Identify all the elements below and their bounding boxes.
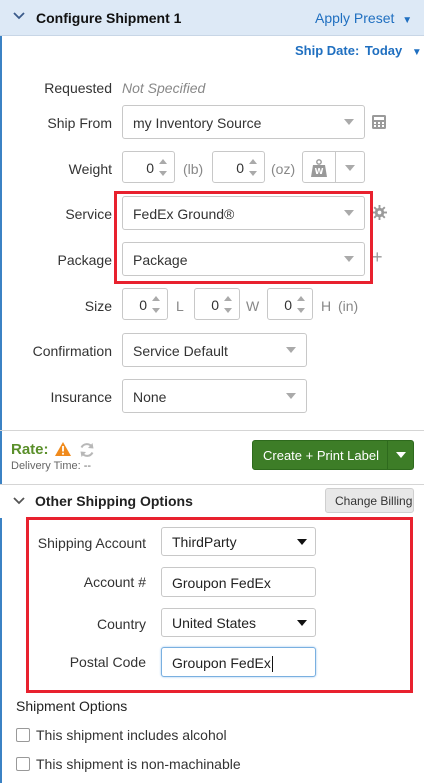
dropdown-arrow-icon bbox=[286, 393, 296, 399]
non-machinable-checkbox[interactable] bbox=[16, 757, 30, 771]
service-label: Service bbox=[65, 206, 112, 222]
shipment-options-title: Shipment Options bbox=[16, 698, 128, 714]
stepper-arrows-icon[interactable] bbox=[249, 157, 259, 179]
ship-date-value: Today bbox=[364, 43, 403, 58]
svg-text:W: W bbox=[315, 167, 324, 176]
collapse-chevron-icon[interactable] bbox=[12, 9, 26, 28]
other-shipping-title: Other Shipping Options bbox=[35, 493, 193, 509]
create-print-label-text: Create + Print Label bbox=[263, 448, 379, 463]
insurance-select[interactable]: None bbox=[122, 379, 307, 413]
confirmation-value: Service Default bbox=[133, 343, 228, 359]
change-billing-label: Change Billing bbox=[335, 494, 413, 508]
collapse-chevron-icon[interactable] bbox=[12, 494, 26, 513]
size-unit: (in) bbox=[338, 298, 359, 314]
chevron-down-icon: ▼ bbox=[411, 47, 422, 58]
size-width-stepper[interactable]: 0 bbox=[194, 288, 240, 320]
size-height-stepper[interactable]: 0 bbox=[267, 288, 313, 320]
ship-from-value: my Inventory Source bbox=[133, 115, 262, 131]
size-height-unit: H bbox=[321, 298, 332, 314]
weight-label: Weight bbox=[68, 161, 112, 177]
calculator-icon[interactable] bbox=[371, 114, 387, 135]
scale-select[interactable]: W bbox=[302, 151, 365, 183]
dropdown-arrow-icon bbox=[345, 165, 355, 171]
size-length-unit: L bbox=[176, 298, 184, 314]
requested-label: Requested bbox=[44, 80, 112, 96]
weight-lb-unit: (lb) bbox=[183, 161, 204, 177]
ship-date-selector[interactable]: Ship Date: Today ▼ bbox=[295, 43, 422, 58]
weight-oz-value: 0 bbox=[236, 160, 244, 176]
delivery-time: Delivery Time: -- bbox=[11, 460, 92, 472]
package-label: Package bbox=[57, 252, 112, 268]
rate-label: Rate: bbox=[11, 441, 49, 458]
size-width-unit: W bbox=[246, 298, 260, 314]
stepper-arrows-icon[interactable] bbox=[224, 294, 234, 316]
create-print-label-button[interactable]: Create + Print Label bbox=[252, 440, 414, 470]
weight-lb-value: 0 bbox=[146, 160, 154, 176]
ship-from-label: Ship From bbox=[47, 115, 112, 131]
size-length-stepper[interactable]: 0 bbox=[122, 288, 168, 320]
weight-lb-stepper[interactable]: 0 bbox=[122, 151, 175, 183]
ship-date-label: Ship Date: bbox=[295, 43, 360, 58]
service-package-highlight bbox=[114, 191, 373, 284]
non-machinable-checkbox-label[interactable]: This shipment is non-machinable bbox=[36, 756, 241, 772]
confirmation-label: Confirmation bbox=[32, 343, 112, 359]
add-package-icon[interactable]: + bbox=[372, 248, 383, 266]
chevron-down-icon: ▼ bbox=[402, 15, 413, 26]
alcohol-checkbox-label[interactable]: This shipment includes alcohol bbox=[36, 727, 227, 743]
stepper-arrows-icon[interactable] bbox=[297, 294, 307, 316]
size-width-value: 0 bbox=[211, 297, 219, 313]
size-label: Size bbox=[84, 298, 112, 314]
confirmation-select[interactable]: Service Default bbox=[122, 333, 307, 367]
alcohol-checkbox[interactable] bbox=[16, 728, 30, 742]
warning-icon bbox=[54, 441, 72, 462]
scale-weight-icon: W bbox=[309, 158, 329, 183]
stepper-arrows-icon[interactable] bbox=[152, 294, 162, 316]
insurance-value: None bbox=[133, 389, 167, 405]
dropdown-arrow-icon bbox=[286, 347, 296, 353]
change-billing-button[interactable]: Change Billing bbox=[325, 488, 414, 513]
apply-preset-label: Apply Preset bbox=[315, 10, 395, 26]
section-divider bbox=[0, 430, 424, 431]
dropdown-arrow-icon bbox=[344, 119, 354, 125]
page-title: Configure Shipment 1 bbox=[36, 10, 182, 26]
ship-from-select[interactable]: my Inventory Source bbox=[122, 105, 365, 139]
apply-preset-button[interactable]: Apply Preset ▼ bbox=[315, 10, 412, 26]
dropdown-arrow-icon[interactable] bbox=[396, 452, 406, 458]
weight-oz-unit: (oz) bbox=[271, 161, 296, 177]
weight-oz-stepper[interactable]: 0 bbox=[212, 151, 265, 183]
size-length-value: 0 bbox=[139, 297, 147, 313]
insurance-label: Insurance bbox=[50, 389, 112, 405]
stepper-arrows-icon[interactable] bbox=[159, 157, 169, 179]
gear-icon[interactable] bbox=[372, 205, 387, 225]
size-height-value: 0 bbox=[284, 297, 292, 313]
requested-value: Not Specified bbox=[122, 80, 206, 96]
other-shipping-highlight bbox=[26, 517, 413, 693]
